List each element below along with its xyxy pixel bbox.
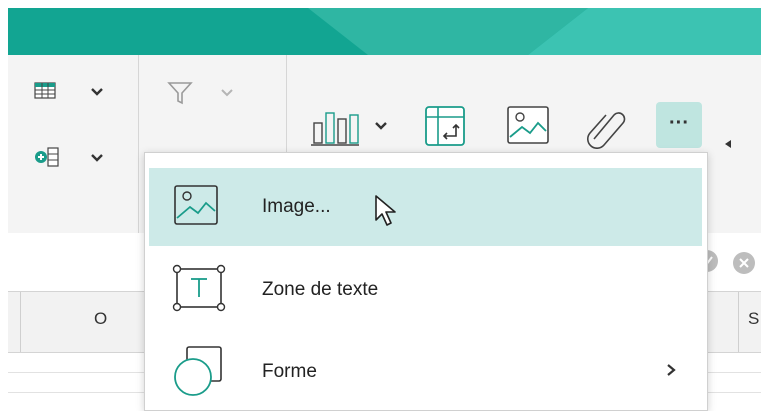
menu-item-label: Forme <box>262 361 317 382</box>
insert-table-button[interactable] <box>34 81 114 111</box>
insert-image-button[interactable] <box>504 103 552 149</box>
insert-column-icon <box>35 147 59 167</box>
more-label: ··· <box>669 112 689 134</box>
title-bar-decoration <box>8 8 761 55</box>
column-divider <box>738 292 739 352</box>
chevron-down-icon <box>221 89 233 97</box>
text-box-icon <box>172 264 226 312</box>
filter-icon <box>167 82 193 105</box>
column-header-s[interactable]: S <box>748 309 759 329</box>
bar-chart-icon <box>311 112 359 146</box>
menu-item-label: Zone de texte <box>262 279 379 300</box>
pivot-table-icon <box>425 106 465 146</box>
column-header-o[interactable]: O <box>94 309 107 329</box>
shape-icon <box>174 346 222 396</box>
insert-chart-button[interactable] <box>310 103 402 149</box>
chevron-down-icon <box>91 154 103 162</box>
ribbon-separator <box>138 55 139 233</box>
close-icon <box>739 258 749 268</box>
menu-item-shape[interactable]: Forme <box>149 331 702 409</box>
more-button[interactable]: ··· <box>656 102 702 148</box>
image-icon <box>174 185 218 225</box>
menu-item-label: Image... <box>262 196 331 217</box>
menu-item-text-box[interactable]: Zone de texte <box>149 251 702 329</box>
image-icon <box>507 106 549 144</box>
pivot-table-button[interactable] <box>422 103 468 149</box>
cancel-circle-button[interactable] <box>733 252 755 274</box>
table-insert-icon <box>34 82 56 99</box>
insert-column-button[interactable] <box>34 145 114 175</box>
link-icon <box>587 112 626 149</box>
insert-dropdown-menu: Image... Zone de texte Forme <box>144 152 708 411</box>
title-bar <box>8 8 761 55</box>
chevron-right-icon <box>667 364 676 376</box>
filter-button[interactable] <box>166 79 246 111</box>
column-divider <box>20 292 21 352</box>
chevron-down-icon <box>375 122 387 130</box>
insert-link-button[interactable] <box>580 103 628 149</box>
triangle-left-icon[interactable] <box>724 139 732 149</box>
menu-item-image[interactable]: Image... <box>149 168 702 246</box>
chevron-down-icon <box>91 88 103 96</box>
mouse-cursor-icon <box>375 195 396 226</box>
